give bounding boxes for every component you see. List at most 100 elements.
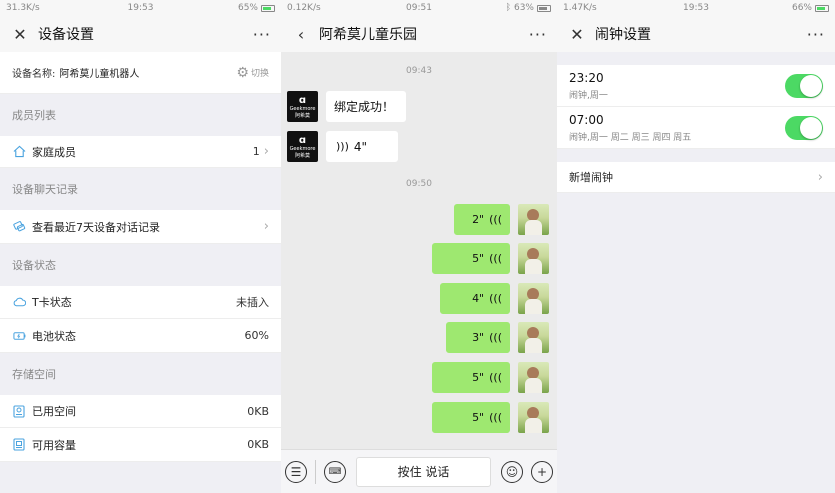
outgoing-voice-bubble[interactable]: 5" ((( <box>432 243 510 274</box>
more-menu-button[interactable]: ··· <box>529 25 547 44</box>
keyboard-icon[interactable]: ⌨ <box>324 460 346 483</box>
bot-avatar-name: 阿希莫 <box>294 152 310 159</box>
cloud-icon <box>12 295 26 309</box>
bot-avatar: ɑ Geekmore 阿希莫 <box>287 91 318 122</box>
switch-label: 切换 <box>250 69 269 79</box>
voice-wave-icon: ((( <box>489 371 502 384</box>
available-space-icon <box>12 438 26 452</box>
voice-wave-icon: ((( <box>489 331 502 344</box>
user-avatar[interactable] <box>518 322 549 353</box>
close-icon[interactable]: ✕ <box>10 25 30 44</box>
alarm-toggle[interactable] <box>785 73 823 98</box>
chat-records-row[interactable]: 查看最近7天设备对话记录 › <box>0 210 281 244</box>
used-space-row: 已用空间 0KB <box>0 395 281 428</box>
user-avatar[interactable] <box>518 204 549 235</box>
message-row: ɑ Geekmore 阿希莫 ))) 4" <box>287 131 398 162</box>
battery-status-icon <box>12 329 26 343</box>
battery-icon <box>537 4 551 12</box>
message-row: 4" ((( <box>440 283 549 314</box>
outgoing-voice-bubble[interactable]: 3" ((( <box>446 322 510 353</box>
battery-status-label: 电池状态 <box>32 329 76 343</box>
clock: 19:53 <box>683 3 709 13</box>
status-bar: 0.12K/s 09:51 ᛒ 63% <box>281 0 557 16</box>
battery-status-value: 60% <box>244 329 269 342</box>
incoming-text-bubble[interactable]: 绑定成功！ <box>326 91 406 122</box>
chat-screen: 0.12K/s 09:51 ᛒ 63% ‹ 阿希莫儿童乐园 ··· 09:43 ɑ… <box>281 0 557 493</box>
gear-icon: ⚙ <box>236 64 249 81</box>
chat-title: 阿希莫儿童乐园 <box>319 27 417 43</box>
back-icon[interactable]: ‹ <box>291 25 311 44</box>
alarm-row[interactable]: 23:20 闹钟,周一 <box>557 65 835 107</box>
device-name-label: 设备名称: <box>12 69 56 80</box>
user-avatar[interactable] <box>518 283 549 314</box>
add-icon[interactable]: + <box>531 460 553 483</box>
tcard-status-value: 未插入 <box>236 296 269 309</box>
toolbar-divider <box>315 459 316 484</box>
status-bar: 31.3K/s 19:53 65% <box>0 0 281 16</box>
bot-logo-icon: ɑ <box>298 134 307 146</box>
section-status: 设备状态 <box>12 259 56 272</box>
nav-bar: ✕ 设备设置 ··· <box>0 16 281 52</box>
chevron-right-icon: › <box>263 144 269 159</box>
available-space-label: 可用容量 <box>32 438 76 452</box>
available-space-value: 0KB <box>247 438 269 451</box>
more-menu-button[interactable]: ··· <box>253 25 271 44</box>
device-name-row: 设备名称: 阿希莫儿童机器人 ⚙ 切换 <box>0 52 281 94</box>
outgoing-voice-bubble[interactable]: 5" ((( <box>432 362 510 393</box>
voice-wave-icon: ((( <box>489 213 502 226</box>
voice-wave-icon: ((( <box>489 411 502 424</box>
alarm-repeat: 闹钟,周一 <box>569 90 608 101</box>
chat-records-label: 查看最近7天设备对话记录 <box>32 220 160 234</box>
nav-bar: ✕ 闹钟设置 ··· <box>557 16 835 52</box>
family-members-row[interactable]: 家庭成员 1 › <box>0 136 281 168</box>
add-alarm-row[interactable]: 新增闹钟 › <box>557 162 835 193</box>
outgoing-voice-bubble[interactable]: 4" ((( <box>440 283 510 314</box>
available-space-row: 可用容量 0KB <box>0 428 281 462</box>
chat-records-icon <box>12 220 26 234</box>
battery-icon <box>815 4 829 12</box>
incoming-voice-bubble[interactable]: ))) 4" <box>326 131 398 162</box>
tcard-status-row: T卡状态 未插入 <box>0 286 281 319</box>
message-row: ɑ Geekmore 阿希莫 绑定成功！ <box>287 91 406 122</box>
message-row: 5" ((( <box>432 243 549 274</box>
clock: 09:51 <box>406 3 432 13</box>
message-row: 2" ((( <box>454 204 549 235</box>
used-space-value: 0KB <box>247 404 269 418</box>
voice-duration: 3" <box>472 331 485 344</box>
outgoing-voice-bubble[interactable]: 5" ((( <box>432 402 510 433</box>
used-space-label: 已用空间 <box>32 405 76 418</box>
alarm-row[interactable]: 07:00 闹钟,周一 周二 周三 周四 周五 <box>557 107 835 149</box>
used-space-icon <box>12 404 26 418</box>
user-avatar[interactable] <box>518 402 549 433</box>
user-avatar[interactable] <box>518 243 549 274</box>
outgoing-voice-bubble[interactable]: 2" ((( <box>454 204 510 235</box>
menu-list-icon[interactable]: ☰ <box>285 460 307 483</box>
battery-status-row: 电池状态 60% <box>0 319 281 353</box>
message-row: 5" ((( <box>432 402 549 433</box>
clock: 19:53 <box>127 3 154 13</box>
emoji-icon[interactable]: ☺ <box>501 460 523 483</box>
message-row: 5" ((( <box>432 362 549 393</box>
voice-duration: 4" <box>353 139 368 154</box>
switch-device-button[interactable]: ⚙ 切换 <box>236 65 269 81</box>
input-toolbar: ☰ ⌨ 按住 说话 ☺ + <box>281 449 557 493</box>
voice-wave-icon: ((( <box>489 292 502 305</box>
page-title: 闹钟设置 <box>595 27 651 43</box>
voice-wave-icon: ))) <box>336 140 349 153</box>
close-icon[interactable]: ✕ <box>567 25 587 44</box>
alarm-repeat: 闹钟,周一 周二 周三 周四 周五 <box>569 132 692 143</box>
alarm-toggle[interactable] <box>785 115 823 140</box>
bot-logo-icon: ɑ <box>298 94 307 106</box>
section-chat: 设备聊天记录 <box>12 183 78 196</box>
more-menu-button[interactable]: ··· <box>807 25 825 44</box>
hold-to-talk-button[interactable]: 按住 说话 <box>356 456 491 487</box>
home-icon <box>12 145 26 159</box>
status-bar: 1.47K/s 19:53 66% <box>557 0 835 16</box>
chevron-right-icon: › <box>263 219 269 234</box>
section-storage: 存储空间 <box>12 368 56 381</box>
voice-duration: 2" <box>472 213 485 226</box>
voice-duration: 5" <box>472 411 485 424</box>
user-avatar[interactable] <box>518 362 549 393</box>
